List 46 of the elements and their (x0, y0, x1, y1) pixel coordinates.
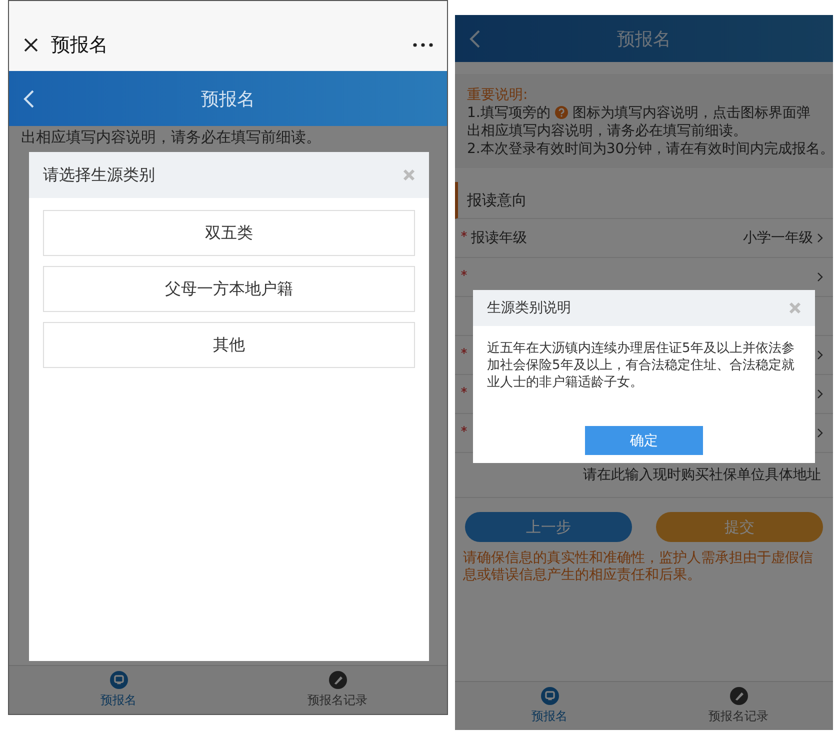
option-button[interactable]: 其他 (43, 322, 415, 368)
notice-text: 1.填写项旁的 (467, 105, 550, 121)
required-icon (461, 426, 467, 432)
close-icon[interactable] (23, 37, 39, 53)
notice-text: 出相应填写内容说明，请务必在填写前细读。 (20, 127, 322, 148)
section-title: 报读意向 (467, 190, 527, 210)
dialog-text: 近五年在大沥镇内连续办理居住证5年及以上并依法参加社会保险5年及以上，有合法稳定住址、合法稳定就业人士的非户籍适龄子女。 (486, 340, 796, 392)
required-icon (461, 387, 467, 393)
chevron-icon (817, 272, 823, 282)
address-field[interactable]: 请在此输入现时购买社保单位具体地址 (465, 466, 823, 484)
required-icon (461, 348, 467, 354)
warning-text: 请确保信息的真实性和准确性，监护人需承担由于虚假信息或错误信息产生的相应责任和后果。 (462, 550, 814, 584)
chevron-icon (817, 389, 823, 399)
dialog-title: 请选择生源类别 (43, 164, 155, 186)
chevron-icon (817, 233, 823, 243)
more-icon[interactable] (413, 43, 433, 47)
required-icon (461, 270, 467, 276)
tab[interactable]: 预报名记录 (644, 682, 833, 730)
back-icon[interactable] (23, 88, 35, 108)
tab[interactable]: 预报名 (455, 682, 644, 730)
chevron-icon (817, 428, 823, 438)
back-icon[interactable] (469, 28, 481, 48)
option-button[interactable]: 父母一方本地户籍 (43, 266, 415, 312)
page-title: 预报名 (51, 33, 109, 58)
option-button[interactable]: 双五类 (43, 210, 415, 256)
notice-text: 图标为填写内容说明，点击图标界面弹 (572, 105, 810, 121)
pencil-icon (328, 671, 346, 689)
notice-heading: 重要说明: (467, 86, 529, 104)
help-icon (554, 106, 568, 119)
submit-button[interactable]: 提交 (656, 512, 823, 542)
monitor-icon (540, 687, 558, 705)
notice-text: 出相应填写内容说明，请务必在填写前细读。 (467, 122, 748, 140)
field-label: 报读年级 (471, 229, 528, 247)
monitor-icon (110, 671, 128, 689)
field-value: 小学一年级 (743, 229, 813, 247)
chevron-icon (817, 350, 823, 360)
tab[interactable]: 预报名 (9, 666, 228, 714)
nav-title: 预报名 (201, 88, 255, 110)
dialog-title: 生源类别说明 (487, 299, 571, 317)
nav-title: 预报名 (617, 28, 671, 50)
tab[interactable]: 预报名记录 (228, 666, 447, 714)
back-button[interactable]: 上一步 (465, 512, 632, 542)
form-row[interactable]: 报读年级 小学一年级 (455, 219, 833, 258)
required-icon (461, 231, 467, 237)
pencil-icon (730, 687, 748, 705)
confirm-button[interactable]: 确定 (585, 426, 703, 455)
